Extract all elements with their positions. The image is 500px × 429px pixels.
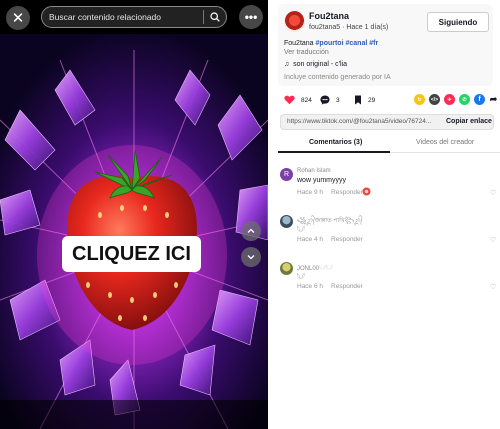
- share-more-button[interactable]: ➦: [488, 94, 499, 105]
- avatar[interactable]: [280, 262, 293, 275]
- comment-text: wow yummyyyy: [297, 177, 347, 184]
- bookmark-icon: [354, 95, 362, 105]
- comment-meta: Hace 9 h Responder: [297, 189, 363, 196]
- comment-meta: Hace 4 h Responder: [297, 236, 363, 243]
- comment-item: R Rohan Islam wow yummyyyy Hace 9 h Respo…: [280, 168, 500, 208]
- next-video-button[interactable]: [241, 247, 261, 267]
- save-count: 29: [368, 96, 376, 104]
- heart-outline-icon: ♡: [490, 237, 497, 244]
- music-link[interactable]: ♫ son original - c'lia: [284, 61, 347, 68]
- comment-like-button[interactable]: ♡: [490, 189, 496, 197]
- more-options-button[interactable]: •••: [239, 5, 263, 29]
- avatar[interactable]: [280, 215, 293, 228]
- share-embed-button[interactable]: </>: [429, 94, 440, 105]
- previous-video-button[interactable]: [241, 221, 261, 241]
- like-count: 824: [301, 96, 312, 104]
- search-icon[interactable]: [204, 7, 226, 27]
- music-title: son original - c'lia: [293, 61, 348, 68]
- comment-meta: Hace 6 h Responder: [297, 283, 363, 290]
- comments-tabs: Comentarios (3) Videos del creador: [278, 137, 500, 153]
- search-input[interactable]: [42, 12, 203, 22]
- avatar-letter: R: [283, 171, 290, 178]
- comment-button[interactable]: 3: [320, 95, 340, 105]
- comment-text: 𓆩𓆪: [297, 227, 305, 234]
- chevron-down-icon: [247, 255, 255, 260]
- caption-author: Fou2tana: [284, 40, 316, 47]
- share-whatsapp-button[interactable]: ✆: [459, 94, 470, 105]
- comment-count: 3: [336, 96, 340, 104]
- hashtag-link[interactable]: #pourtoi: [316, 40, 344, 47]
- send-icon: ✈: [447, 96, 452, 103]
- author-meta: fou2tana5 · Hace 1 día(s): [309, 24, 389, 31]
- share-facebook-button[interactable]: f: [474, 94, 485, 105]
- comment-like-button[interactable]: ♡: [490, 236, 496, 244]
- video-info-panel: Fou2tana fou2tana5 · Hace 1 día(s) Sigui…: [268, 0, 500, 429]
- music-icon: ♫: [284, 61, 290, 68]
- comment-text: 𓆩𓆪: [297, 274, 305, 281]
- creator-liked-icon: [362, 187, 371, 196]
- share-send-button[interactable]: ✈: [444, 94, 455, 105]
- tab-comments[interactable]: Comentarios (3): [309, 139, 362, 146]
- facebook-icon: f: [478, 96, 481, 103]
- avatar[interactable]: [284, 11, 305, 32]
- ai-generated-label: Incluye contenido generado por IA: [284, 74, 391, 81]
- strawberry-artwork: [0, 0, 268, 429]
- copy-link-button[interactable]: Copiar enlace: [446, 118, 492, 125]
- reply-button[interactable]: Responder: [331, 236, 363, 243]
- heart-outline-icon: ♡: [490, 190, 497, 197]
- hashtag-link[interactable]: #fr: [369, 40, 378, 47]
- author-name[interactable]: Fou2tana: [309, 11, 349, 21]
- see-translation-link[interactable]: Ver traducción: [284, 49, 329, 56]
- comment-time: Hace 6 h: [297, 283, 324, 290]
- tab-creator-videos[interactable]: Videos del creador: [416, 139, 474, 146]
- like-button[interactable]: 824: [284, 95, 312, 105]
- comment-icon: [320, 95, 330, 105]
- avatar[interactable]: R: [280, 168, 293, 181]
- reply-button[interactable]: Responder: [331, 189, 363, 196]
- following-button[interactable]: Siguiendo: [427, 12, 489, 32]
- comment-item: ꧁ᬊ᭄জান্নাত পাখি꧂ᬊ᭄ 𓆩𓆪 Hace 4 h Responder …: [280, 215, 500, 255]
- hashtag-link[interactable]: #canal: [345, 40, 367, 47]
- video-caption: Fou2tana #pourtoi #canal #fr: [284, 40, 378, 47]
- video-player[interactable]: ✕ ••• CLIQUEZ ICI: [0, 0, 268, 429]
- active-tab-indicator: [278, 151, 390, 153]
- heart-icon: [284, 95, 295, 105]
- reply-button[interactable]: Responder: [331, 283, 363, 290]
- video-overlay-text: CLIQUEZ ICI: [62, 236, 201, 272]
- close-button[interactable]: ✕: [6, 6, 30, 30]
- share-repost-button[interactable]: ↻: [414, 94, 425, 105]
- share-arrow-icon: ➦: [489, 94, 498, 104]
- more-icon: •••: [244, 10, 258, 24]
- heart-outline-icon: ♡: [490, 284, 497, 291]
- comment-item: JONL00𓆩𓆪𓆩𓆪 𓆩𓆪 Hace 6 h Responder ♡: [280, 262, 500, 302]
- chevron-up-icon: [247, 228, 255, 233]
- engagement-bar: 824 3 29 ↻ </> ✈ ✆ f ➦: [284, 94, 497, 107]
- repost-icon: ↻: [417, 96, 422, 103]
- comment-username[interactable]: ꧁ᬊ᭄জান্নাত পাখি꧂ᬊ᭄: [297, 215, 363, 228]
- comment-like-button[interactable]: ♡: [490, 283, 496, 291]
- embed-icon: </>: [430, 96, 439, 103]
- close-icon: ✕: [11, 9, 25, 27]
- share-link-box: https://www.tiktok.com/@fou2tana5/video/…: [280, 114, 494, 130]
- search-box[interactable]: [41, 6, 227, 28]
- comment-time: Hace 9 h: [297, 189, 324, 196]
- video-url[interactable]: https://www.tiktok.com/@fou2tana5/video/…: [287, 118, 435, 125]
- whatsapp-icon: ✆: [462, 96, 467, 103]
- comment-username[interactable]: Rohan Islam: [297, 168, 331, 174]
- author-card: Fou2tana fou2tana5 · Hace 1 día(s) Sigui…: [278, 4, 493, 86]
- save-button[interactable]: 29: [354, 95, 375, 105]
- comment-time: Hace 4 h: [297, 236, 324, 243]
